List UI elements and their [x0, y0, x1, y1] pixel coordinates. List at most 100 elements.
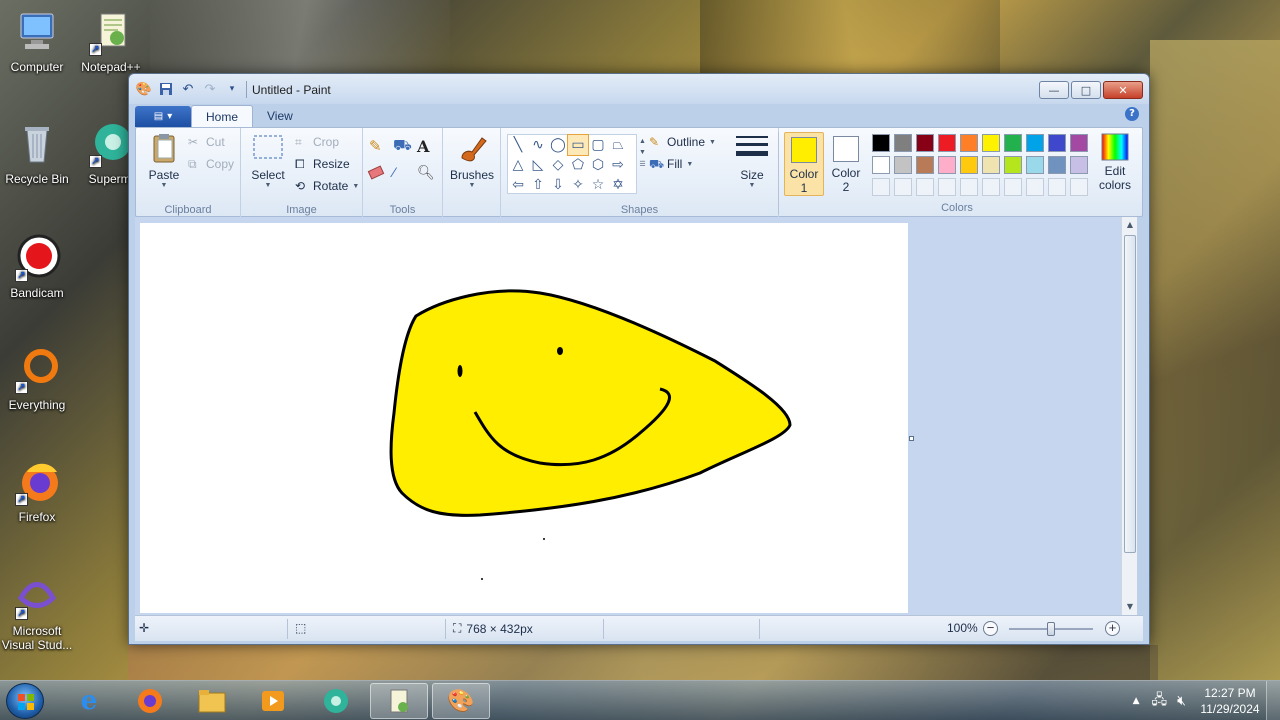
- outline-button[interactable]: ✎ Outline ▼: [649, 132, 716, 152]
- edit-colors-button[interactable]: Edit colors: [1092, 132, 1138, 192]
- palette-swatch[interactable]: [960, 134, 978, 152]
- palette-swatch[interactable]: [916, 156, 934, 174]
- taskbar-explorer[interactable]: [183, 683, 241, 719]
- brushes-button[interactable]: Brushes ▼: [449, 132, 495, 189]
- paint-app-icon[interactable]: 🎨: [135, 80, 153, 98]
- fill-tool[interactable]: ⛟: [393, 136, 412, 156]
- redo-icon[interactable]: ↷: [201, 80, 219, 98]
- palette-swatch[interactable]: [1026, 134, 1044, 152]
- palette-swatch[interactable]: [1048, 156, 1066, 174]
- crop-button[interactable]: ⌗ Crop: [295, 132, 339, 152]
- desktop-icon-everything[interactable]: ↗ Everything: [0, 346, 74, 412]
- zoom-in-button[interactable]: +: [1105, 621, 1120, 636]
- shape-arrow-down[interactable]: ⇩: [548, 175, 568, 195]
- save-icon[interactable]: [157, 80, 175, 98]
- fill-button[interactable]: ⛟ Fill ▼: [649, 154, 693, 174]
- eraser-tool[interactable]: [367, 162, 385, 182]
- palette-swatch-empty[interactable]: [894, 178, 912, 196]
- palette-swatch[interactable]: [1026, 156, 1044, 174]
- palette-swatch[interactable]: [894, 134, 912, 152]
- paste-button[interactable]: Paste ▼: [142, 132, 186, 189]
- tab-home[interactable]: Home: [191, 105, 254, 127]
- shape-pentagon[interactable]: ⬠: [568, 155, 588, 175]
- palette-swatch[interactable]: [916, 134, 934, 152]
- select-button[interactable]: Select ▼: [247, 132, 289, 189]
- magnifier-tool[interactable]: 🔍︎: [417, 162, 435, 182]
- desktop-icon-firefox[interactable]: ↗ Firefox: [0, 458, 74, 524]
- shape-star-four[interactable]: ✧: [568, 175, 588, 195]
- taskbar-notepadpp[interactable]: [370, 683, 428, 719]
- palette-swatch[interactable]: [1004, 134, 1022, 152]
- palette-swatch-empty[interactable]: [872, 178, 890, 196]
- vertical-scrollbar[interactable]: ▲ ▼: [1121, 217, 1137, 615]
- network-icon[interactable]: 🖧: [1152, 689, 1168, 713]
- palette-swatch[interactable]: [982, 156, 1000, 174]
- zoom-slider[interactable]: [1009, 622, 1093, 636]
- palette-swatch[interactable]: [938, 156, 956, 174]
- palette-swatch-empty[interactable]: [1048, 178, 1066, 196]
- taskbar-paint[interactable]: 🎨: [432, 683, 490, 719]
- shape-curve[interactable]: ∿: [528, 135, 548, 155]
- palette-swatch[interactable]: [1070, 156, 1088, 174]
- start-button[interactable]: [6, 683, 44, 719]
- palette-swatch[interactable]: [938, 134, 956, 152]
- scroll-up-arrow[interactable]: ▲: [1122, 217, 1138, 233]
- color2-button[interactable]: Color 2: [826, 132, 866, 196]
- minimize-button[interactable]: —: [1039, 81, 1069, 99]
- palette-swatch-empty[interactable]: [1004, 178, 1022, 196]
- shape-star-five[interactable]: ☆: [588, 175, 608, 195]
- shapes-scroll[interactable]: ▲ ▼ ☰: [639, 138, 646, 168]
- desktop-icon-notepadpp[interactable]: ↗ Notepad++: [74, 8, 148, 74]
- close-button[interactable]: ✕: [1103, 81, 1143, 99]
- palette-swatch-empty[interactable]: [916, 178, 934, 196]
- zoom-slider-thumb[interactable]: [1047, 622, 1055, 636]
- rotate-button[interactable]: ⟲ Rotate ▼: [295, 176, 359, 196]
- customize-qat-icon[interactable]: ▾: [223, 80, 241, 98]
- palette-swatch[interactable]: [894, 156, 912, 174]
- shape-polygon[interactable]: ⏢: [608, 135, 628, 155]
- tab-view[interactable]: View: [253, 105, 307, 127]
- taskbar-firefox[interactable]: [121, 683, 179, 719]
- desktop-icon-computer[interactable]: Computer: [0, 8, 74, 74]
- help-icon[interactable]: ?: [1125, 107, 1139, 121]
- pencil-tool[interactable]: ✎: [369, 136, 382, 156]
- desktop-icon-recycle-bin[interactable]: Recycle Bin: [0, 120, 74, 186]
- palette-swatch-empty[interactable]: [1070, 178, 1088, 196]
- scroll-thumb[interactable]: [1124, 235, 1136, 553]
- shape-arrow-left[interactable]: ⇦: [508, 175, 528, 195]
- app-menu-button[interactable]: ▤ ▾: [135, 106, 191, 127]
- shape-line[interactable]: ╲: [508, 135, 528, 155]
- palette-swatch[interactable]: [1070, 134, 1088, 152]
- cut-button[interactable]: ✂ Cut: [188, 132, 225, 152]
- desktop-icon-visual-studio[interactable]: ↗ Microsoft Visual Stud...: [0, 572, 74, 652]
- taskbar-ie[interactable]: e: [60, 683, 118, 719]
- zoom-out-button[interactable]: −: [983, 621, 998, 636]
- maximize-button[interactable]: □: [1071, 81, 1101, 99]
- resize-button[interactable]: ⧠ Resize: [295, 154, 350, 174]
- palette-swatch-empty[interactable]: [1026, 178, 1044, 196]
- shape-rectangle[interactable]: ▭: [567, 134, 589, 156]
- palette-swatch-empty[interactable]: [982, 178, 1000, 196]
- copy-button[interactable]: ⧉ Copy: [188, 154, 234, 174]
- palette-swatch[interactable]: [1004, 156, 1022, 174]
- size-button[interactable]: Size ▼: [732, 132, 772, 189]
- shape-arrow-right[interactable]: ⇨: [608, 155, 628, 175]
- color1-button[interactable]: Color 1: [784, 132, 824, 196]
- show-desktop-button[interactable]: [1266, 681, 1280, 720]
- palette-swatch[interactable]: [982, 134, 1000, 152]
- drawing-canvas[interactable]: [140, 223, 908, 613]
- canvas-resize-handle[interactable]: [909, 436, 914, 441]
- undo-icon[interactable]: ↶: [179, 80, 197, 98]
- palette-swatch[interactable]: [872, 134, 890, 152]
- clock[interactable]: 12:27 PM 11/29/2024: [1194, 685, 1266, 717]
- palette-swatch[interactable]: [960, 156, 978, 174]
- shape-triangle[interactable]: △: [508, 155, 528, 175]
- shape-right-triangle[interactable]: ◺: [528, 155, 548, 175]
- palette-swatch[interactable]: [872, 156, 890, 174]
- shape-rounded-rectangle[interactable]: ▢: [588, 135, 608, 155]
- volume-muted-icon[interactable]: 🔇︎: [1177, 693, 1186, 709]
- taskbar-supermium[interactable]: [307, 683, 365, 719]
- palette-swatch-empty[interactable]: [960, 178, 978, 196]
- palette-swatch-empty[interactable]: [938, 178, 956, 196]
- desktop-icon-bandicam[interactable]: ↗ Bandicam: [0, 234, 74, 300]
